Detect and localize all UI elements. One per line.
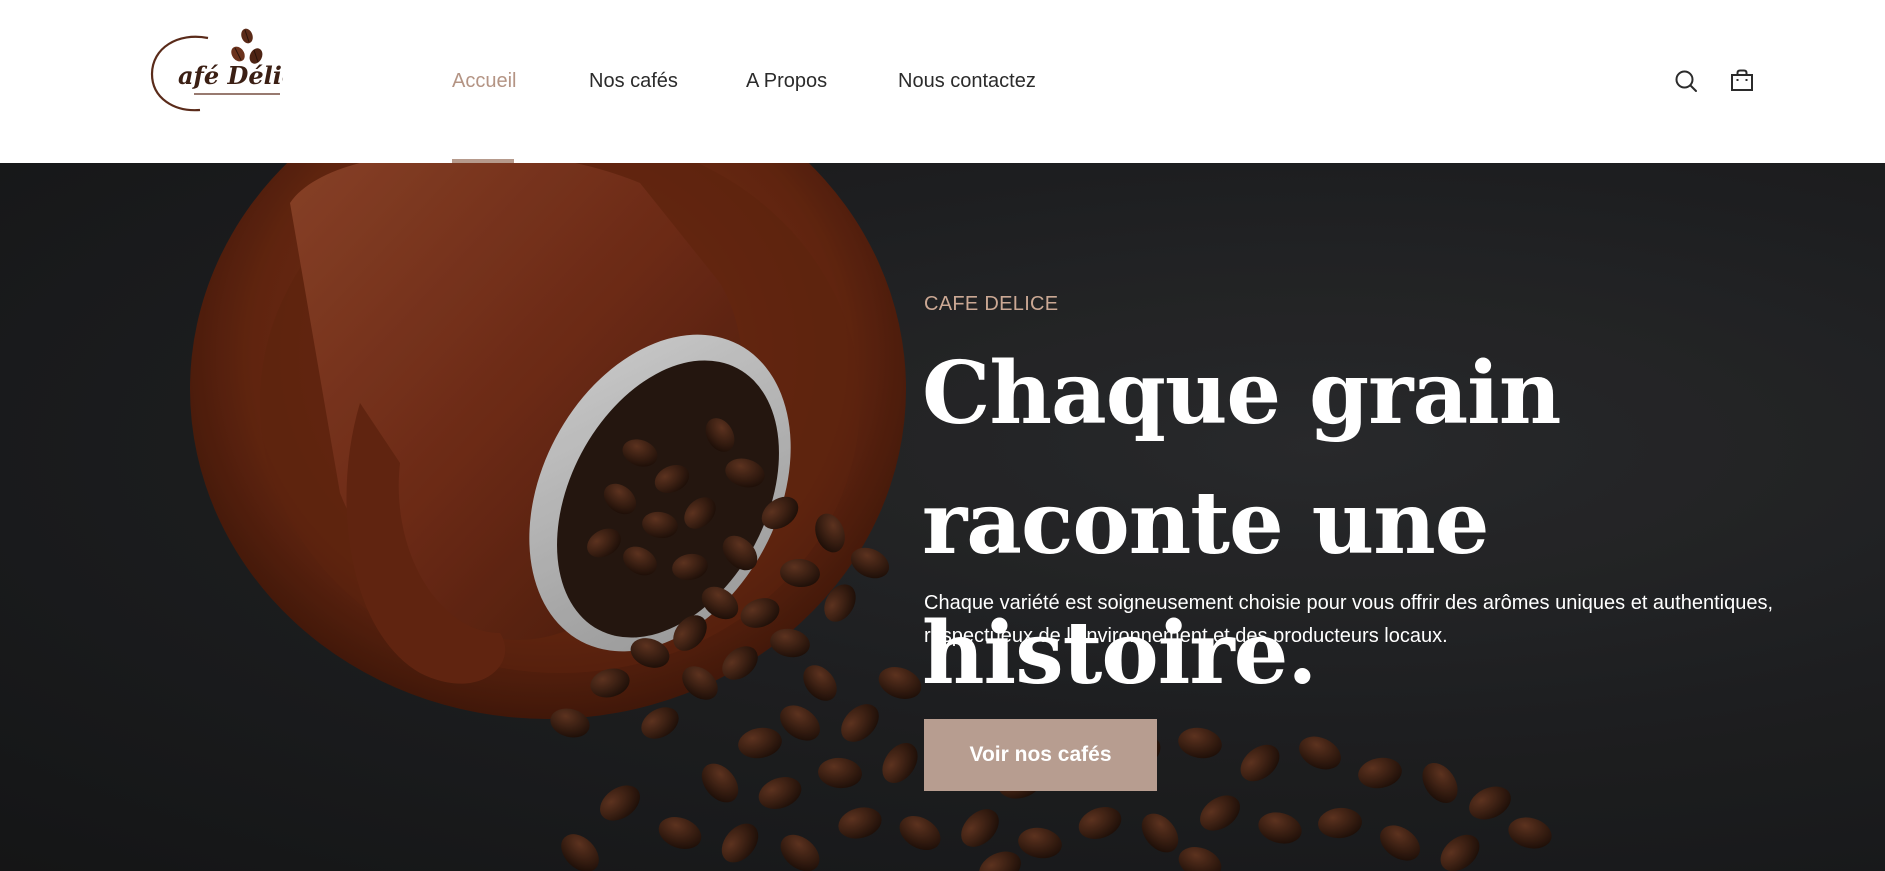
search-icon[interactable] bbox=[1673, 68, 1699, 94]
voir-nos-cafes-button[interactable]: Voir nos cafés bbox=[924, 719, 1157, 791]
shopping-bag-icon[interactable] bbox=[1729, 68, 1755, 94]
hero-title: Chaque grain raconte une histoire. bbox=[922, 343, 1561, 704]
site-header: afé Délice Accueil Nos cafés A Propos No… bbox=[0, 0, 1885, 163]
nav-item-a-propos[interactable]: A Propos bbox=[746, 69, 827, 93]
nav-item-accueil[interactable]: Accueil bbox=[452, 69, 516, 93]
nav-item-nous-contactez[interactable]: Nous contactez bbox=[898, 69, 1036, 93]
nav-item-nos-cafes[interactable]: Nos cafés bbox=[589, 69, 678, 93]
hero-section: CAFE DELICE Chaque grain raconte une his… bbox=[0, 163, 1885, 871]
hero-eyebrow: CAFE DELICE bbox=[924, 293, 1059, 315]
main-nav: Accueil Nos cafés A Propos Nous contacte… bbox=[0, 0, 1885, 163]
hero-description: Chaque variété est soigneusement choisie… bbox=[924, 592, 1774, 647]
